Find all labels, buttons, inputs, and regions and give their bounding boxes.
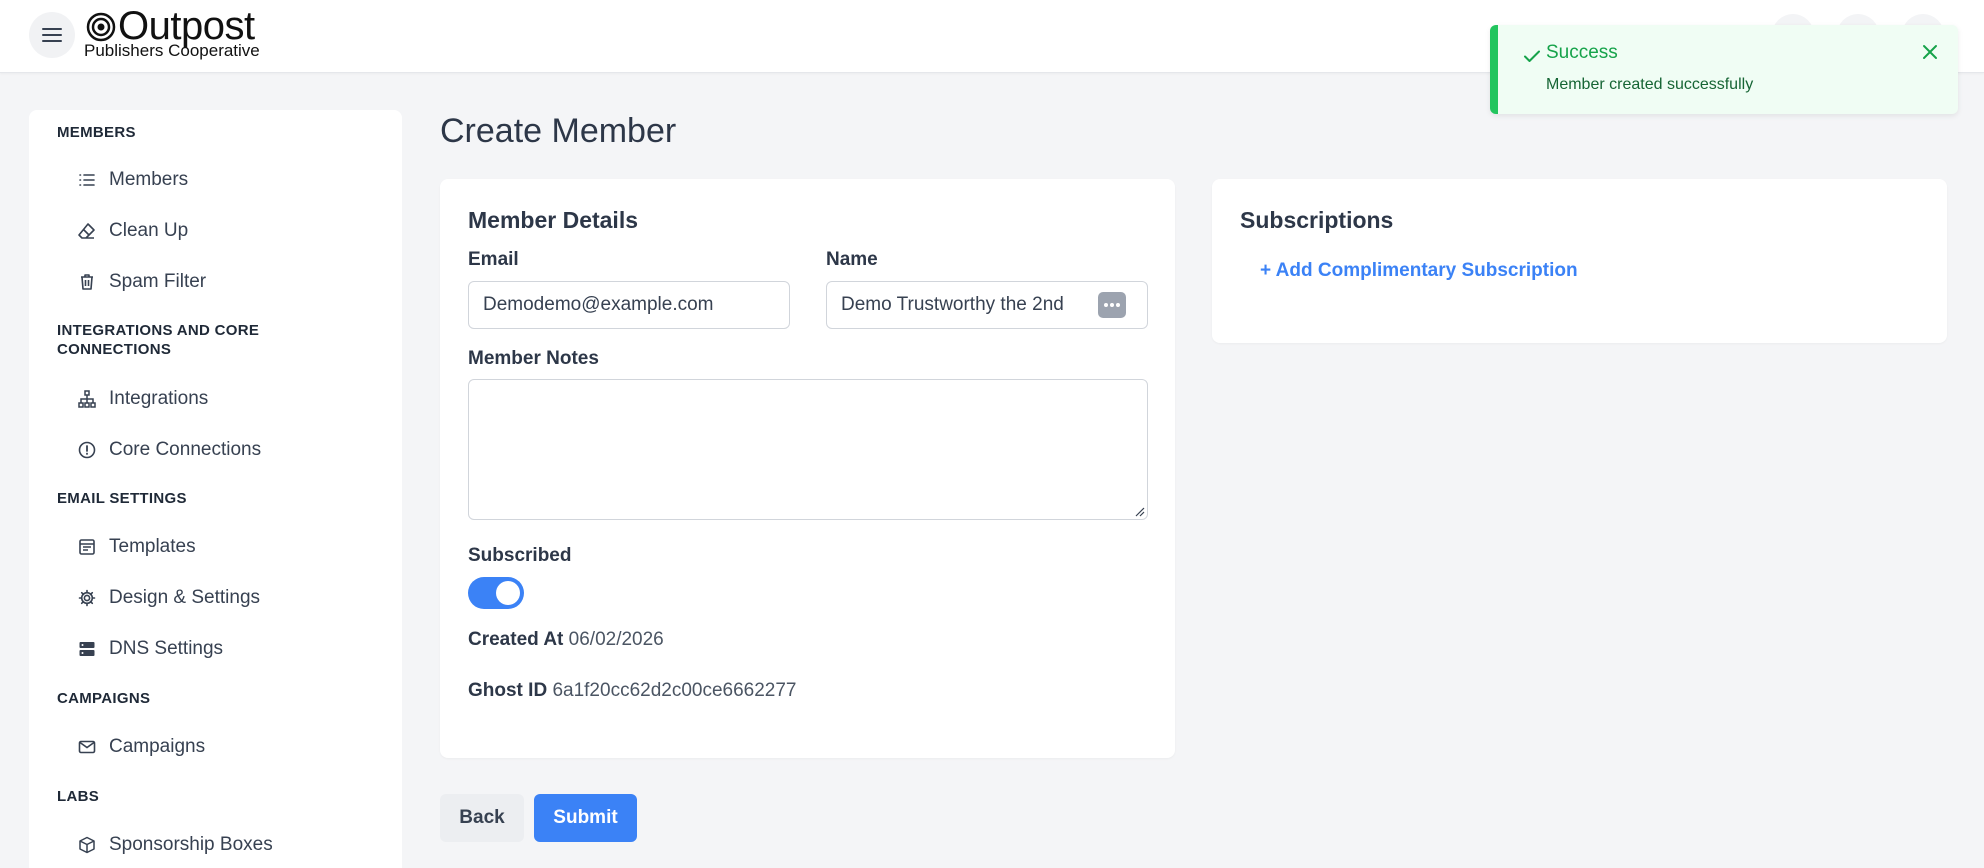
submit-button[interactable]: Submit — [534, 794, 637, 842]
back-button[interactable]: Back — [440, 794, 524, 842]
sidebar-item-members[interactable]: Members — [77, 163, 377, 197]
sidebar-item-label: Core Connections — [109, 439, 262, 460]
sidebar-item-label: Integrations — [109, 388, 209, 409]
member-notes-textarea[interactable] — [468, 379, 1148, 520]
created-at-label: Created At — [468, 629, 564, 650]
template-icon — [77, 537, 97, 557]
toggle-knob — [496, 581, 520, 605]
brand-subtitle: Publishers Cooperative — [84, 41, 260, 60]
sidebar-item-integrations[interactable]: Integrations — [77, 382, 377, 416]
sidebar-item-campaigns[interactable]: Campaigns — [77, 730, 377, 764]
sidebar-item-label: Sponsorship Boxes — [109, 834, 273, 855]
sidebar-item-design-settings[interactable]: Design & Settings — [77, 581, 377, 615]
password-manager-icon[interactable] — [1098, 292, 1126, 318]
sidebar-item-spam-filter[interactable]: Spam Filter — [77, 265, 377, 299]
subscribed-label: Subscribed — [468, 545, 572, 566]
trash-icon — [77, 272, 97, 292]
subscribed-toggle[interactable] — [468, 577, 524, 609]
toast-message: Member created successfully — [1546, 76, 1754, 93]
name-label: Name — [826, 249, 878, 270]
sidebar-section-labs: LABS — [57, 788, 100, 805]
close-icon[interactable] — [1920, 42, 1940, 62]
brand-logo[interactable]: Outpost Publishers Cooperative — [84, 4, 314, 60]
eraser-icon — [77, 221, 97, 241]
sidebar: MEMBERS Members Clean Up Spam Filter INT… — [29, 110, 402, 868]
sidebar-item-core-connections[interactable]: Core Connections — [77, 433, 377, 467]
mail-icon — [77, 737, 97, 757]
created-at: Created At 06/02/2026 — [468, 629, 664, 651]
member-details-title: Member Details — [468, 207, 639, 233]
name-value: Demo Trustworthy the 2nd — [841, 294, 1064, 315]
created-at-value: 06/02/2026 — [568, 629, 664, 650]
sidebar-item-label: Templates — [109, 536, 196, 557]
page-title: Create Member — [440, 112, 677, 150]
sidebar-item-sponsorship-boxes[interactable]: Sponsorship Boxes — [77, 828, 377, 862]
check-icon — [1524, 50, 1540, 62]
sidebar-section-campaigns: CAMPAIGNS — [57, 690, 151, 707]
ghost-id-label: Ghost ID — [468, 680, 548, 701]
server-icon — [77, 639, 97, 659]
outpost-logo-icon — [86, 12, 116, 42]
sidebar-item-label: Design & Settings — [109, 587, 261, 608]
ghost-id: Ghost ID 6a1f20cc62d2c00ce6662277 — [468, 680, 797, 702]
sidebar-item-clean-up[interactable]: Clean Up — [77, 214, 377, 248]
member-details-card: Member Details Email Demodemo@example.co… — [440, 179, 1175, 758]
alert-circle-icon — [77, 440, 97, 460]
success-toast: Success Member created successfully — [1490, 25, 1958, 114]
sidebar-item-label: Members — [109, 169, 189, 190]
member-notes-label: Member Notes — [468, 348, 599, 369]
sidebar-section-email-settings: EMAIL SETTINGS — [57, 490, 187, 507]
ghost-id-value: 6a1f20cc62d2c00ce6662277 — [552, 680, 797, 701]
menu-toggle-button[interactable] — [29, 12, 75, 58]
sidebar-item-label: Spam Filter — [109, 271, 207, 292]
sidebar-item-templates[interactable]: Templates — [77, 530, 377, 564]
sidebar-item-dns-settings[interactable]: DNS Settings — [77, 632, 377, 666]
subscriptions-title: Subscriptions — [1240, 207, 1394, 233]
sidebar-item-label: Clean Up — [109, 220, 189, 241]
sidebar-section-integrations: INTEGRATIONS AND CORE CONNECTIONS — [57, 322, 260, 358]
sidebar-section-members: MEMBERS — [57, 124, 136, 141]
sidebar-item-label: Campaigns — [109, 736, 206, 757]
sidebar-item-label: DNS Settings — [109, 638, 224, 659]
hamburger-icon — [42, 28, 62, 42]
email-label: Email — [468, 249, 519, 270]
toast-title: Success — [1546, 42, 1618, 63]
email-field[interactable]: Demodemo@example.com — [468, 281, 790, 329]
add-complimentary-subscription-link[interactable]: + Add Complimentary Subscription — [1260, 260, 1578, 282]
box-icon — [77, 835, 97, 855]
gear-icon — [77, 588, 97, 608]
list-icon — [77, 170, 97, 190]
brand-name: Outpost — [118, 4, 255, 48]
hierarchy-icon — [77, 389, 97, 409]
resize-handle-icon[interactable] — [1131, 503, 1145, 517]
